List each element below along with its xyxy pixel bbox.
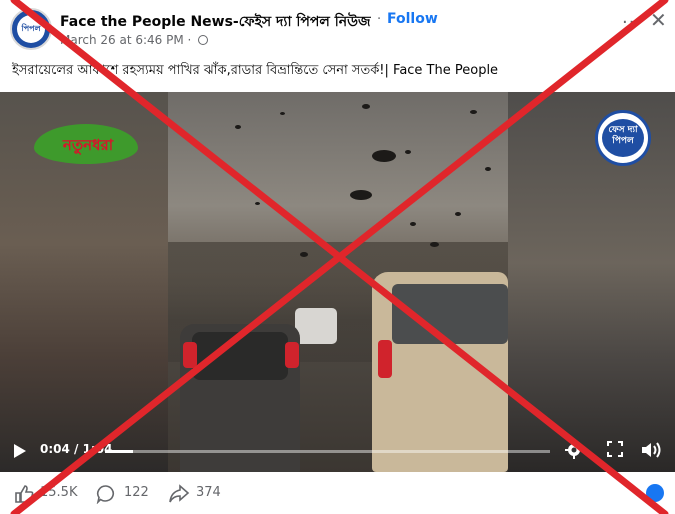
bird xyxy=(300,252,308,257)
bird xyxy=(280,112,285,115)
bird xyxy=(255,202,260,205)
logo-left-text: নতুনধরা xyxy=(62,136,114,154)
post-timestamp[interactable]: March 26 at 6:46 PM · xyxy=(60,33,191,47)
share-icon[interactable] xyxy=(168,484,190,504)
video-blur-right xyxy=(508,92,675,472)
car-right-window xyxy=(392,284,508,344)
like-reaction-badge xyxy=(646,484,664,502)
tail-light xyxy=(285,342,299,368)
video-controls: 0:04 / 1:04 xyxy=(0,434,675,468)
post-meta: March 26 at 6:46 PM · xyxy=(60,33,209,47)
fullscreen-icon[interactable] xyxy=(607,441,623,457)
distant-car xyxy=(295,308,337,344)
settings-icon[interactable] xyxy=(565,441,583,459)
bird xyxy=(362,104,370,109)
video-player[interactable]: নতুনধরা ফেস দ্যা পিপল xyxy=(0,92,675,472)
play-icon[interactable] xyxy=(14,444,26,458)
like-icon[interactable] xyxy=(14,484,34,504)
close-button[interactable]: ✕ xyxy=(650,8,667,32)
post-header: পিপল Face the People News-ফেইস দ্যা পিপল… xyxy=(0,0,675,56)
post-caption: ইসরায়েলের আকাশে রহস্যময় পাখির ঝাঁক,রাড… xyxy=(12,63,499,78)
separator: · xyxy=(377,12,382,27)
follow-button[interactable]: Follow xyxy=(387,11,438,27)
bird xyxy=(405,150,411,154)
bird xyxy=(235,125,241,129)
video-time: 0:04 / 1:04 xyxy=(40,442,113,456)
comment-icon[interactable] xyxy=(96,484,116,504)
more-options-button[interactable]: ··· xyxy=(622,12,642,33)
logo-right-text: ফেস দ্যা পিপল xyxy=(608,125,638,146)
page-name[interactable]: Face the People News-ফেইস দ্যা পিপল নিউজ xyxy=(60,10,371,34)
avatar-text: পিপল xyxy=(21,24,41,33)
like-count: 15.5K xyxy=(40,485,78,500)
bird xyxy=(455,212,461,216)
bird xyxy=(470,110,477,114)
car-left-window xyxy=(192,332,288,380)
tail-light xyxy=(378,340,392,378)
share-count: 374 xyxy=(196,485,221,500)
channel-logo-right: ফেস দ্যা পিপল xyxy=(595,110,651,166)
bird xyxy=(372,150,396,162)
channel-logo-left: নতুনধরা xyxy=(34,124,142,168)
progress-track[interactable] xyxy=(105,450,550,453)
tail-light xyxy=(183,342,197,368)
globe-icon xyxy=(198,35,209,45)
bird xyxy=(430,242,439,247)
comment-count: 122 xyxy=(124,485,149,500)
bird xyxy=(410,222,416,226)
page-avatar[interactable]: পিপল xyxy=(10,8,52,50)
reaction-bar: 15.5K 122 374 xyxy=(0,472,675,514)
progress-fill xyxy=(105,450,133,453)
bird xyxy=(350,190,372,200)
bird xyxy=(485,167,491,171)
volume-icon[interactable] xyxy=(640,441,662,459)
